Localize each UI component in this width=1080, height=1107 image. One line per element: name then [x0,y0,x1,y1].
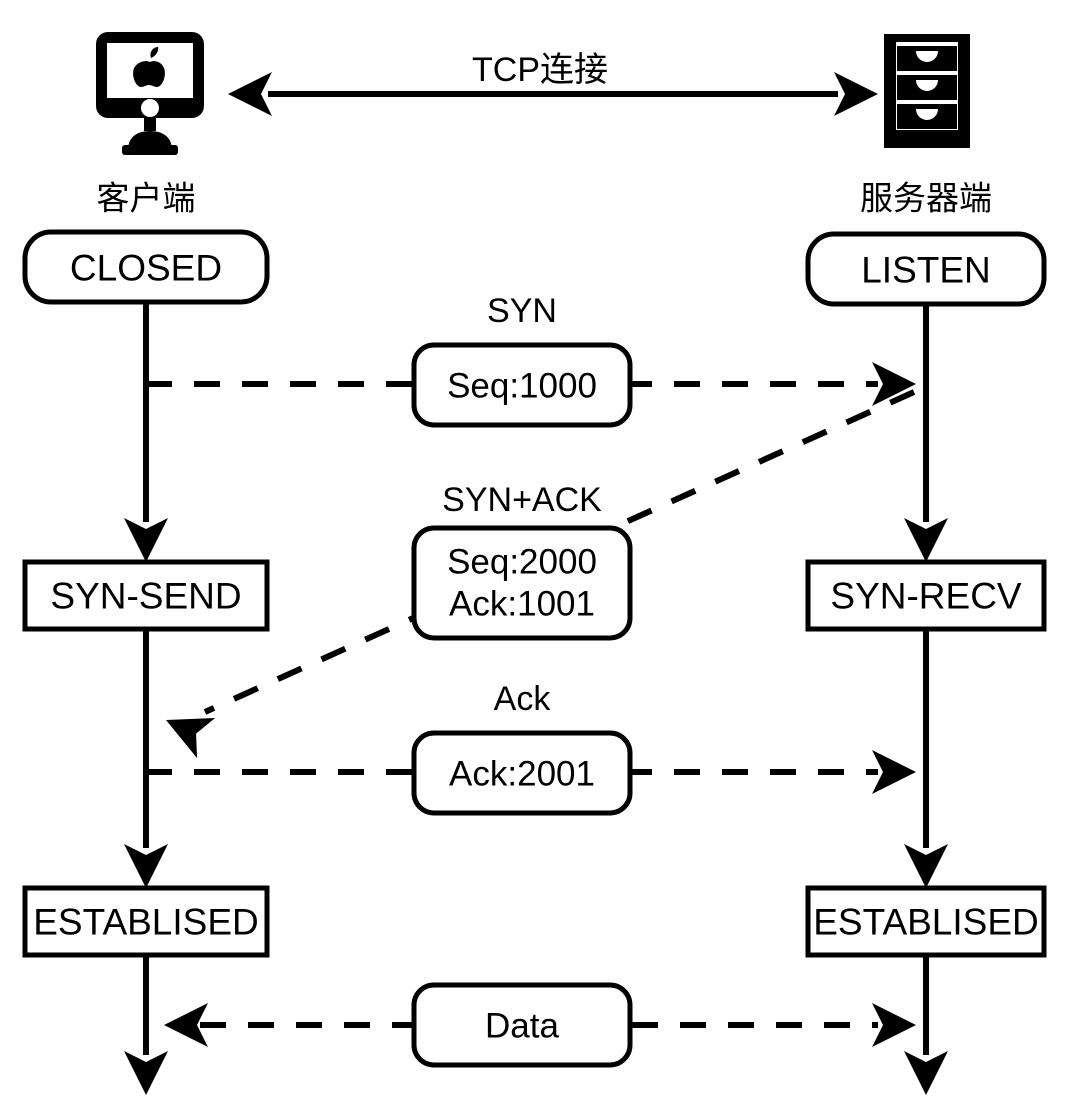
synack-message-line-1: Seq:2000 [447,543,597,582]
server-state-listen-label: LISTEN [861,250,991,291]
server-state-established[interactable]: ESTABLISED [805,885,1047,958]
imac-computer-icon [96,32,204,155]
tcp-handshake-diagram: TCP连接 客户端 服务器端 CLOSED SYN-SEND ESTABLISE… [0,0,1080,1107]
syn-message-title: SYN [487,292,557,330]
client-lifeline-arrow-2 [124,844,168,888]
ack-flow-arrow [872,750,916,794]
server-lifeline-arrow-3 [904,1051,948,1095]
data-message-box[interactable]: Data [411,982,633,1068]
server-state-syn-recv-label: SYN-RECV [830,576,1022,617]
ack-message-box[interactable]: Ack:2001 [411,730,633,816]
client-label: 客户端 [97,180,196,217]
tcp-connection-arrow-right [834,72,878,116]
server-state-listen[interactable]: LISTEN [805,231,1047,307]
syn-message-line-1: Seq:1000 [447,367,597,406]
client-state-established[interactable]: ESTABLISED [22,885,270,958]
client-state-closed-label: CLOSED [70,248,222,289]
syn-message-box[interactable]: Seq:1000 [411,342,633,428]
client-state-syn-send[interactable]: SYN-SEND [22,559,270,632]
data-message-line-1: Data [485,1007,559,1046]
tcp-connection-label: TCP连接 [472,51,608,89]
client-state-established-label: ESTABLISED [33,902,259,943]
ack-message-title: Ack [494,680,552,718]
server-state-syn-recv[interactable]: SYN-RECV [805,559,1047,632]
server-lifeline-arrow-1 [904,518,948,562]
client-state-closed[interactable]: CLOSED [22,229,270,305]
client-lifeline-arrow-1 [124,518,168,562]
tcp-connection-arrow-left [228,72,272,116]
data-flow-arrow-right [872,1003,916,1047]
synack-message-box[interactable]: Seq:2000 Ack:1001 [411,525,633,641]
client-lifeline-arrow-3 [124,1051,168,1095]
synack-message-line-2: Ack:1001 [449,585,595,624]
server-state-established-label: ESTABLISED [813,902,1039,943]
server-rack-icon [884,34,970,148]
server-label: 服务器端 [860,180,992,217]
synack-message-title: SYN+ACK [442,481,602,519]
server-lifeline-arrow-2 [904,844,948,888]
client-state-syn-send-label: SYN-SEND [50,576,241,617]
ack-message-line-1: Ack:2001 [449,755,595,794]
